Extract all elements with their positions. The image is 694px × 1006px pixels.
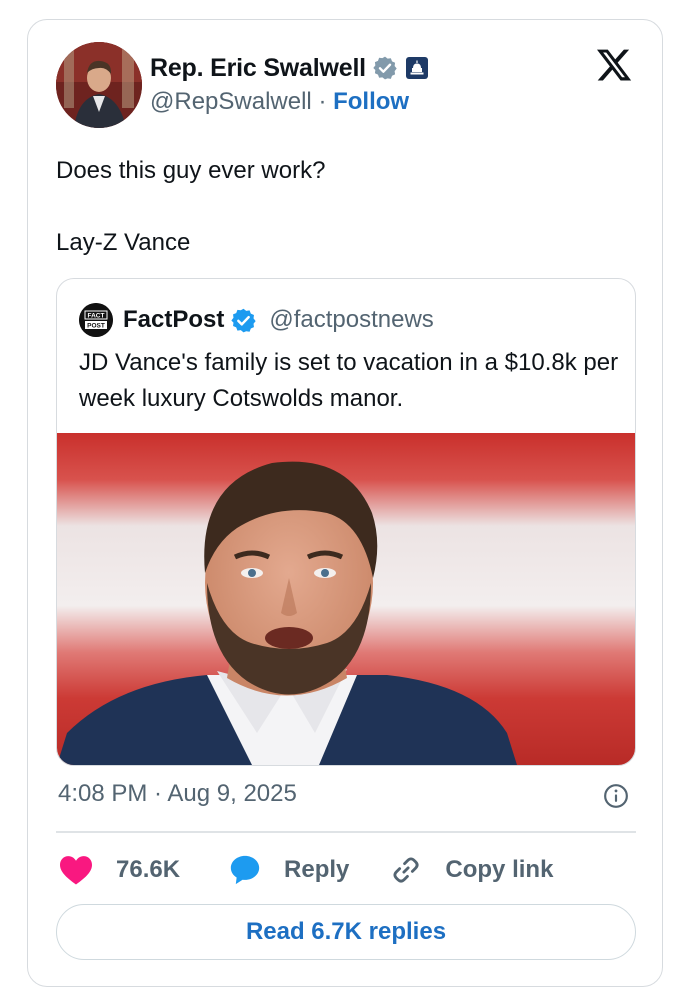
handle-separator: · [318,88,327,115]
reply-bubble-icon [230,855,260,885]
tweet-card: Rep. Eric Swalwell @RepSwalwell · Follow… [27,19,663,987]
heart-icon [60,856,92,885]
tweet-text: Does this guy ever work? Lay-Z Vance [56,157,326,256]
tweet-timestamp[interactable]: 4:08 PM · Aug 9, 2025 [58,780,297,808]
copy-link-button[interactable]: Copy link [389,853,553,887]
reply-button[interactable]: Reply [228,853,349,887]
follow-button[interactable]: Follow [333,88,409,115]
copy-link-label: Copy link [445,856,554,883]
like-count: 76.6K [116,856,181,883]
news-photo-icon[interactable] [57,433,636,765]
reply-label: Reply [284,856,350,883]
read-replies-button[interactable]: Read 6.7K replies [56,904,636,960]
link-icon [393,857,419,883]
author-handle-row: @RepSwalwell · Follow [150,88,409,116]
quoted-author-handle[interactable]: @factpostnews [269,306,433,334]
divider [56,831,636,833]
verified-grey-badge-icon [373,56,397,80]
factpost-avatar-icon: FACT POST [79,303,113,337]
author-avatar[interactable] [56,42,142,128]
info-icon[interactable] [603,783,629,809]
author-name-row: Rep. Eric Swalwell [150,52,429,84]
author-handle[interactable]: @RepSwalwell [150,88,312,115]
like-button[interactable]: 76.6K [58,854,180,886]
svg-text:POST: POST [87,323,105,330]
action-bar: 76.6K Reply Copy link [58,848,553,892]
author-display-name[interactable]: Rep. Eric Swalwell [150,54,366,83]
verified-blue-badge-icon [231,308,257,332]
x-logo-icon[interactable] [594,46,634,84]
quoted-tweet-text: JD Vance's family is set to vacation in … [79,349,619,412]
quoted-tweet[interactable]: FACT POST FactPost @factpostnews JD Vanc… [56,278,636,766]
svg-text:FACT: FACT [88,313,105,320]
quoted-author-name[interactable]: FactPost [123,306,224,334]
quoted-author-row: FactPost @factpostnews [123,303,434,337]
government-capitol-badge-icon [405,57,428,79]
